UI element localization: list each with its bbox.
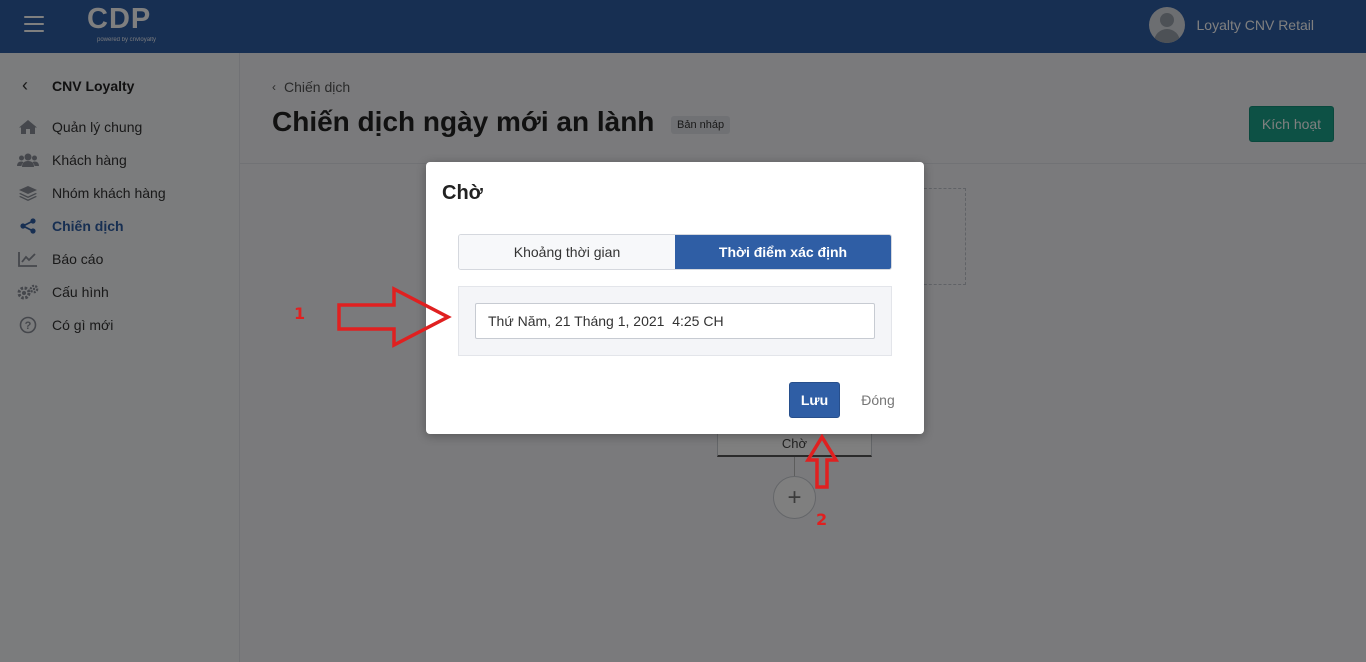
- modal-title: Chờ: [442, 182, 483, 204]
- annotation-arrow-up-icon: [805, 434, 839, 489]
- close-button[interactable]: Đóng: [854, 382, 902, 418]
- date-panel: [458, 286, 892, 356]
- annotation-number-1: 1: [294, 304, 306, 323]
- save-button[interactable]: Lưu: [789, 382, 840, 418]
- wait-type-toggle: Khoảng thời gian Thời điểm xác định: [458, 234, 892, 270]
- annotation-number-2: 2: [816, 510, 828, 529]
- tab-duration[interactable]: Khoảng thời gian: [459, 235, 675, 269]
- tab-specific-time[interactable]: Thời điểm xác định: [675, 235, 891, 269]
- datetime-input[interactable]: [475, 303, 875, 339]
- wait-modal: Chờ Khoảng thời gian Thời điểm xác định …: [426, 162, 924, 434]
- annotation-arrow-right-icon: [337, 286, 452, 348]
